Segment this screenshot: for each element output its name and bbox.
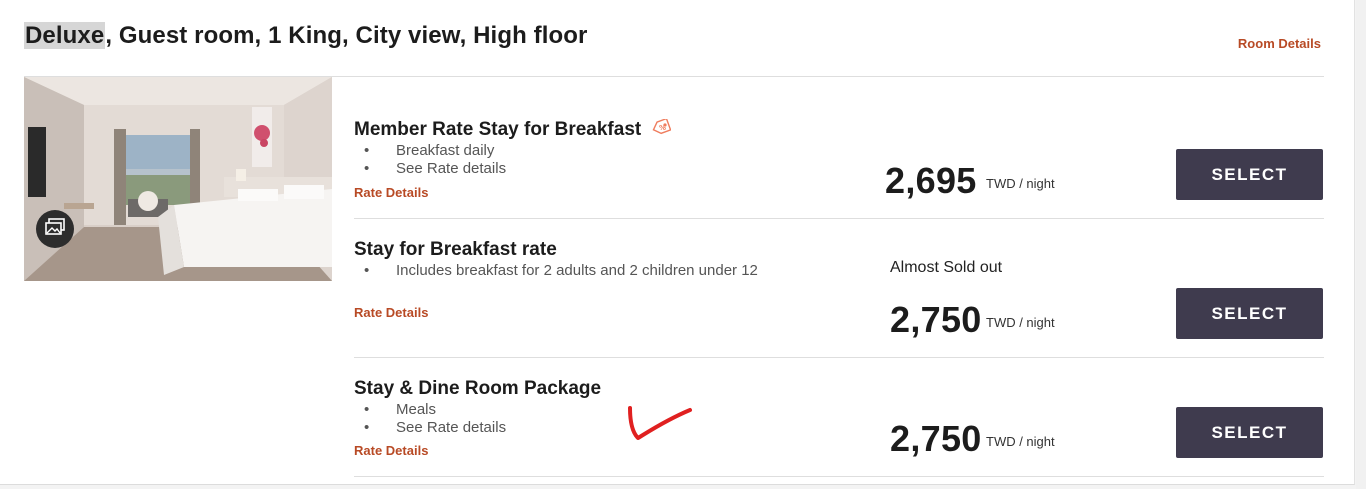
availability-status: Almost Sold out	[890, 259, 1003, 276]
select-button[interactable]: SELECT	[1176, 288, 1323, 339]
rate-price: 2,750	[890, 299, 982, 340]
rate-row: Member Rate Stay for Breakfast % Breakfa…	[354, 77, 1324, 219]
rate-unit: TWD / night	[986, 434, 1055, 449]
rate-feature: See Rate details	[360, 160, 506, 178]
scrollbar-track[interactable]	[1356, 0, 1366, 489]
rate-name-text: Member Rate Stay for Breakfast	[354, 119, 642, 141]
rate-unit: TWD / night	[986, 176, 1055, 191]
checkmark-annotation	[626, 402, 698, 451]
rate-price: 2,750	[890, 418, 982, 459]
rate-features: Breakfast daily See Rate details	[360, 142, 506, 178]
rate-feature: Includes breakfast for 2 adults and 2 ch…	[360, 262, 780, 280]
rate-details-link[interactable]: Rate Details	[354, 185, 428, 200]
rate-features: Meals See Rate details	[360, 401, 506, 437]
rate-row: Stay for Breakfast rate Includes breakfa…	[354, 219, 1324, 358]
svg-text:%: %	[659, 124, 666, 132]
rate-feature: Meals	[360, 401, 506, 419]
rate-feature: Breakfast daily	[360, 142, 506, 160]
rate-features: Includes breakfast for 2 adults and 2 ch…	[360, 262, 780, 280]
rate-name: Member Rate Stay for Breakfast %	[354, 117, 671, 141]
room-title: Deluxe, Guest room, 1 King, City view, H…	[24, 22, 587, 50]
rate-details-link[interactable]: Rate Details	[354, 443, 428, 458]
room-details-link[interactable]: Room Details	[1238, 36, 1321, 51]
photo-gallery-icon	[44, 217, 66, 241]
rate-price: 2,695	[885, 160, 977, 201]
photo-gallery-button[interactable]	[36, 210, 74, 248]
room-title-highlight: Deluxe	[24, 22, 106, 49]
rate-unit: TWD / night	[986, 315, 1055, 330]
rate-feature: See Rate details	[360, 419, 506, 437]
rate-details-link[interactable]: Rate Details	[354, 305, 428, 320]
select-button[interactable]: SELECT	[1176, 407, 1323, 458]
tag-icon: %	[651, 117, 671, 141]
room-title-rest: , Guest room, 1 King, City view, High fl…	[105, 22, 588, 49]
room-card: Deluxe, Guest room, 1 King, City view, H…	[0, 0, 1355, 485]
room-photo[interactable]	[24, 77, 332, 281]
rate-name: Stay for Breakfast rate	[354, 239, 557, 260]
select-button[interactable]: SELECT	[1176, 149, 1323, 200]
rate-name: Stay & Dine Room Package	[354, 378, 602, 399]
rate-divider	[354, 476, 1324, 477]
rate-row: Stay & Dine Room Package Meals See Rate …	[354, 358, 1324, 478]
